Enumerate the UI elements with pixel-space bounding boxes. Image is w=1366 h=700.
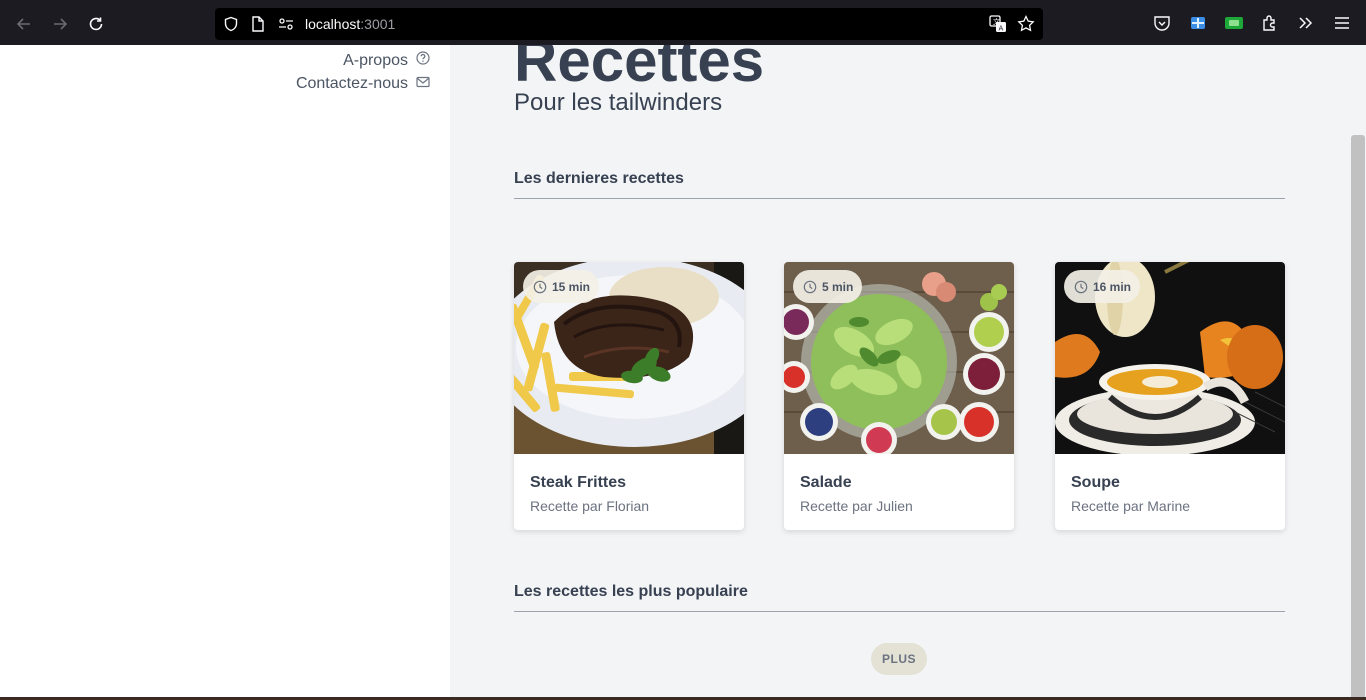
sidebar-link-contactez-nous[interactable]: Contactez-nous [296, 75, 430, 93]
recipe-card[interactable]: 16 min Soupe Recette par Marine [1055, 262, 1285, 530]
sidebar-link-a-propos[interactable]: A-propos [343, 51, 430, 70]
clock-icon [803, 280, 817, 294]
recipe-name: Steak Frittes [530, 474, 627, 491]
reload-icon[interactable] [84, 12, 108, 36]
recipe-author: Recette par Marine [1071, 498, 1191, 514]
section-title-latest: Les dernieres recettes [514, 170, 1285, 199]
more-button[interactable]: PLUS [871, 643, 927, 675]
overflow-chevrons-icon[interactable] [1296, 13, 1316, 33]
translate-icon[interactable]: 文A [989, 15, 1007, 33]
sidebar-link-label: Contactez-nous [295, 75, 408, 92]
section-title-popular: Les recettes les plus populaire [514, 583, 1285, 612]
recipe-card[interactable]: 5 min Salade Recette par Julien [784, 262, 1014, 530]
help-circle-icon [416, 51, 430, 70]
bookmark-star-icon[interactable] [1017, 15, 1035, 33]
page-scrollbar[interactable] [1350, 45, 1366, 700]
sidebar-link-label: A-propos [343, 51, 408, 69]
shield-icon[interactable] [222, 15, 240, 33]
time-label: 16 min [1093, 279, 1132, 294]
page-icon[interactable] [249, 15, 267, 33]
recipe-name: Salade [800, 474, 852, 491]
recipe-cards: 15 min Steak Frittes Recette par Florian [514, 262, 1285, 530]
salad-photo: 5 min [784, 262, 1014, 454]
extensions-puzzle-icon[interactable] [1260, 13, 1280, 33]
page-subtitle: Pour les tailwinders [514, 89, 723, 116]
recipe-card[interactable]: 15 min Steak Frittes Recette par Florian [514, 262, 744, 530]
mail-icon [416, 75, 430, 93]
pocket-icon[interactable] [1152, 13, 1172, 33]
extension-blue-icon[interactable] [1188, 13, 1208, 33]
back-arrow-icon[interactable] [12, 12, 36, 36]
scrollbar-thumb[interactable] [1351, 135, 1365, 700]
clock-icon [1074, 280, 1088, 294]
svg-text:A: A [999, 25, 1004, 33]
url-bar[interactable]: localhost:3001 文A [215, 8, 1043, 40]
steak-fries-photo: 15 min [514, 262, 744, 454]
recipe-author: Recette par Florian [530, 498, 650, 514]
clock-icon [533, 280, 547, 294]
browser-toolbar: localhost:3001 文A [0, 0, 1366, 45]
time-badge: 5 min [793, 270, 863, 303]
time-badge: 15 min [523, 270, 600, 303]
time-label: 15 min [552, 279, 591, 294]
time-label: 5 min [822, 279, 854, 294]
recipe-author: Recette par Julien [800, 498, 913, 514]
pumpkin-soup-photo: 16 min [1055, 262, 1285, 454]
recipe-name: Soupe [1071, 474, 1120, 491]
url-text[interactable]: localhost:3001 [305, 16, 395, 32]
extension-green-icon[interactable] [1224, 13, 1244, 33]
time-badge: 16 min [1064, 270, 1141, 303]
url-host: localhost [305, 16, 361, 32]
menu-hamburger-icon[interactable] [1332, 13, 1352, 33]
sidebar: A-propos Contactez-nous [0, 45, 450, 700]
forward-arrow-icon[interactable] [48, 12, 72, 36]
connection-icon[interactable] [277, 15, 295, 33]
main-content: Recettes Pour les tailwinders Les dernie… [450, 45, 1350, 700]
url-port: :3001 [360, 16, 396, 32]
